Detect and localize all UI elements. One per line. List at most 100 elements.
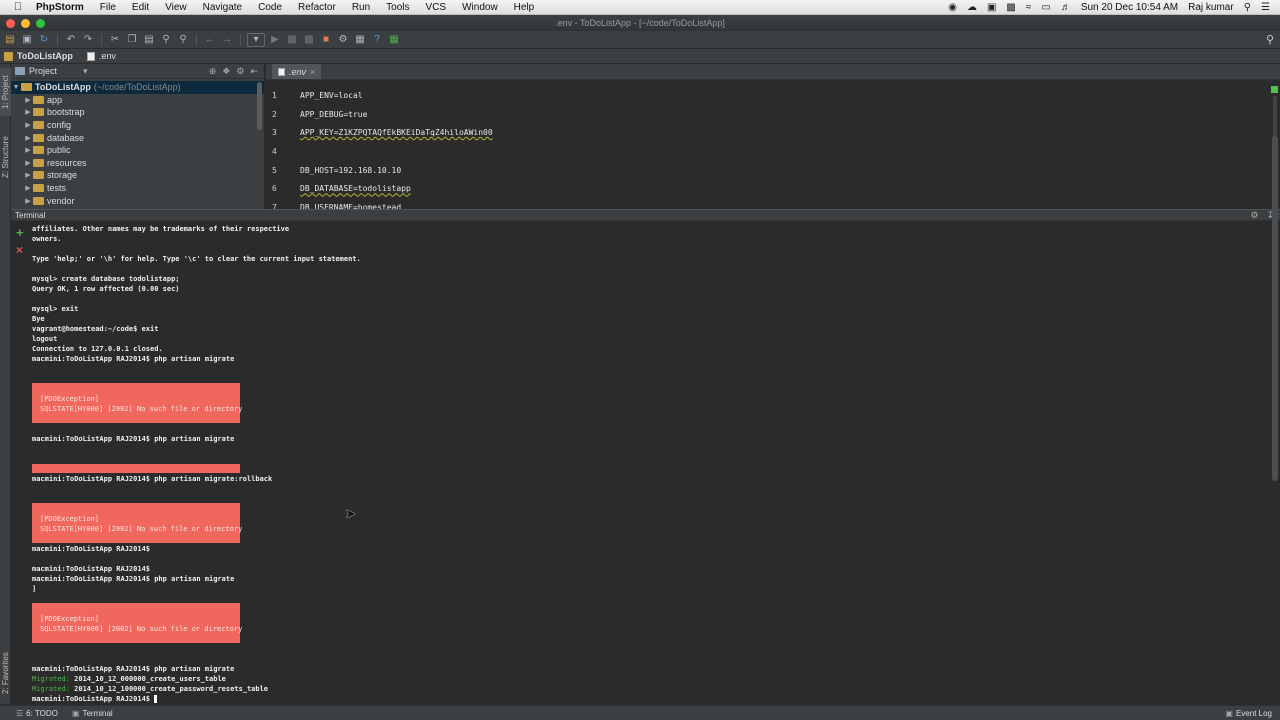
breadcrumb-project[interactable]: ToDoListApp bbox=[17, 51, 73, 61]
run-icon[interactable]: ▶ bbox=[268, 33, 282, 47]
save-all-icon[interactable]: ▣ bbox=[20, 33, 34, 47]
tab-env[interactable]: .env × bbox=[272, 64, 322, 79]
collapse-all-icon[interactable]: ❖ bbox=[222, 66, 230, 77]
breadcrumb-file[interactable]: .env bbox=[99, 51, 116, 61]
expand-arrow-icon[interactable]: ▶ bbox=[23, 134, 33, 142]
inspection-ok-icon[interactable] bbox=[1271, 86, 1278, 93]
vcs-icon[interactable]: ■ bbox=[319, 33, 333, 47]
tree-root[interactable]: ▼ ToDoListApp (~/code/ToDoListApp) bbox=[11, 81, 264, 94]
help-icon[interactable]: ? bbox=[370, 33, 384, 47]
spotlight-search-icon[interactable]: ⚲ bbox=[1244, 2, 1251, 13]
new-session-icon[interactable]: + bbox=[16, 225, 24, 240]
hide-panel-icon[interactable]: ⇤ bbox=[250, 66, 258, 77]
apple-icon[interactable]:  bbox=[8, 1, 28, 13]
menubar-user[interactable]: Raj kumar bbox=[1188, 2, 1234, 13]
tab-project[interactable]: 1: Project bbox=[0, 68, 11, 116]
menu-run[interactable]: Run bbox=[352, 2, 370, 13]
window-titlebar: .env - ToDoListApp - [~/code/ToDoListApp… bbox=[0, 15, 1280, 31]
undo-icon[interactable]: ↶ bbox=[64, 33, 78, 47]
code-line: 5 DB_HOST=192.168.10.10 bbox=[266, 161, 1280, 180]
expand-arrow-icon[interactable]: ▶ bbox=[23, 171, 33, 179]
project-view-selector[interactable]: Project bbox=[29, 66, 57, 76]
tree-item-app[interactable]: ▶ app bbox=[11, 94, 264, 107]
tree-item-bootstrap[interactable]: ▶ bootstrap bbox=[11, 106, 264, 119]
replace-icon[interactable]: ⚲ bbox=[176, 33, 190, 47]
tree-item-tests[interactable]: ▶ tests bbox=[11, 182, 264, 195]
expand-arrow-icon[interactable]: ▶ bbox=[23, 108, 33, 116]
coverage-icon[interactable]: ▩ bbox=[302, 33, 316, 47]
menu-view[interactable]: View bbox=[165, 2, 187, 13]
structure-icon[interactable]: ▦ bbox=[353, 33, 367, 47]
menu-navigate[interactable]: Navigate bbox=[203, 2, 242, 13]
folder-icon bbox=[33, 146, 44, 155]
settings-icon[interactable]: ⚙ bbox=[336, 33, 350, 47]
chevron-down-icon[interactable]: ▾ bbox=[83, 66, 88, 77]
copy-icon[interactable]: ❐ bbox=[125, 33, 139, 47]
terminal-output[interactable]: affiliates. Other names may be trademark… bbox=[31, 221, 1267, 705]
event-log-button[interactable]: ▣ Event Log bbox=[1225, 709, 1280, 718]
record-icon[interactable]: ◉ bbox=[948, 2, 957, 13]
cloud-icon[interactable]: ☁ bbox=[967, 2, 977, 13]
expand-arrow-icon[interactable]: ▼ bbox=[11, 84, 21, 91]
lock-icon[interactable]: ▩ bbox=[1006, 2, 1015, 13]
terminal-tool-button[interactable]: ▣ Terminal bbox=[72, 709, 113, 718]
gear-icon[interactable]: ⚙ bbox=[1250, 210, 1258, 221]
terminal-line: Query OK, 1 row affected (0.00 sec) bbox=[32, 285, 180, 293]
open-folder-icon[interactable]: ▤ bbox=[3, 33, 17, 47]
tree-item-config[interactable]: ▶ config bbox=[11, 119, 264, 132]
airplay-icon[interactable]: ▭ bbox=[1041, 2, 1050, 13]
project-scrollbar[interactable] bbox=[257, 82, 262, 130]
menu-help[interactable]: Help bbox=[514, 2, 535, 13]
tree-item-vendor[interactable]: ▶ vendor bbox=[11, 194, 264, 207]
todo-tool-button[interactable]: ☰ 6: TODO bbox=[16, 709, 58, 718]
folder-icon bbox=[33, 171, 44, 180]
find-icon[interactable]: ⚲ bbox=[159, 33, 173, 47]
expand-arrow-icon[interactable]: ▶ bbox=[23, 159, 33, 167]
cut-icon[interactable]: ✂ bbox=[108, 33, 122, 47]
menubar-clock[interactable]: Sun 20 Dec 10:54 AM bbox=[1081, 2, 1178, 13]
debug-icon[interactable]: ▩ bbox=[285, 33, 299, 47]
menu-edit[interactable]: Edit bbox=[132, 2, 149, 13]
menu-vcs[interactable]: VCS bbox=[426, 2, 447, 13]
paste-icon[interactable]: ▤ bbox=[142, 33, 156, 47]
error-message: SQLSTATE[HY000] [2002] No such file or d… bbox=[40, 525, 243, 533]
terminal-line: ] bbox=[32, 585, 37, 593]
run-config-dropdown-icon[interactable]: ▾ bbox=[247, 32, 265, 47]
expand-arrow-icon[interactable]: ▶ bbox=[23, 121, 33, 129]
search-everywhere-icon[interactable]: ⚲ bbox=[1266, 33, 1274, 46]
expand-arrow-icon[interactable]: ▶ bbox=[23, 184, 33, 192]
tree-item-storage[interactable]: ▶ storage bbox=[11, 169, 264, 182]
back-icon[interactable]: ← bbox=[203, 33, 217, 47]
screen-icon[interactable]: ▣ bbox=[987, 2, 996, 13]
menu-window[interactable]: Window bbox=[462, 2, 498, 13]
menu-code[interactable]: Code bbox=[258, 2, 282, 13]
wifi-icon[interactable]: ≈ bbox=[1026, 2, 1032, 13]
terminal-line: macmini:ToDoListApp RAJ2014$ php artisan… bbox=[32, 665, 235, 673]
menu-file[interactable]: File bbox=[100, 2, 116, 13]
forward-icon[interactable]: → bbox=[220, 33, 234, 47]
code-area[interactable]: 1 APP_ENV=local 2 APP_DEBUG=true 3 APP_KEY=… bbox=[266, 80, 1280, 217]
terminal-scrollbar[interactable] bbox=[1272, 136, 1278, 481]
close-session-icon[interactable]: × bbox=[16, 243, 23, 257]
expand-arrow-icon[interactable]: ▶ bbox=[23, 146, 33, 154]
tab-structure[interactable]: Z: Structure bbox=[0, 128, 11, 186]
notification-center-icon[interactable]: ☰ bbox=[1261, 2, 1270, 13]
expand-arrow-icon[interactable]: ▶ bbox=[23, 96, 33, 104]
tree-item-public[interactable]: ▶ public bbox=[11, 144, 264, 157]
tab-favorites[interactable]: 2: Favorites bbox=[0, 644, 11, 702]
folder-icon bbox=[33, 184, 44, 193]
scroll-from-source-icon[interactable]: ⊕ bbox=[209, 66, 217, 77]
project-tree: ▼ ToDoListApp (~/code/ToDoListApp) ▶ app… bbox=[11, 79, 264, 207]
tree-item-resources[interactable]: ▶ resources bbox=[11, 157, 264, 170]
gear-icon[interactable]: ⚙ bbox=[236, 66, 244, 77]
menu-tools[interactable]: Tools bbox=[386, 2, 409, 13]
volume-icon[interactable]: ♬ bbox=[1061, 2, 1071, 13]
tree-item-database[interactable]: ▶ database bbox=[11, 131, 264, 144]
menu-refactor[interactable]: Refactor bbox=[298, 2, 336, 13]
expand-arrow-icon[interactable]: ▶ bbox=[23, 197, 33, 205]
redo-icon[interactable]: ↷ bbox=[81, 33, 95, 47]
close-icon[interactable]: × bbox=[310, 67, 315, 77]
synchronize-icon[interactable]: ↻ bbox=[37, 33, 51, 47]
plugin-icon[interactable]: ▦ bbox=[387, 33, 401, 47]
menu-app-name[interactable]: PhpStorm bbox=[36, 2, 84, 13]
